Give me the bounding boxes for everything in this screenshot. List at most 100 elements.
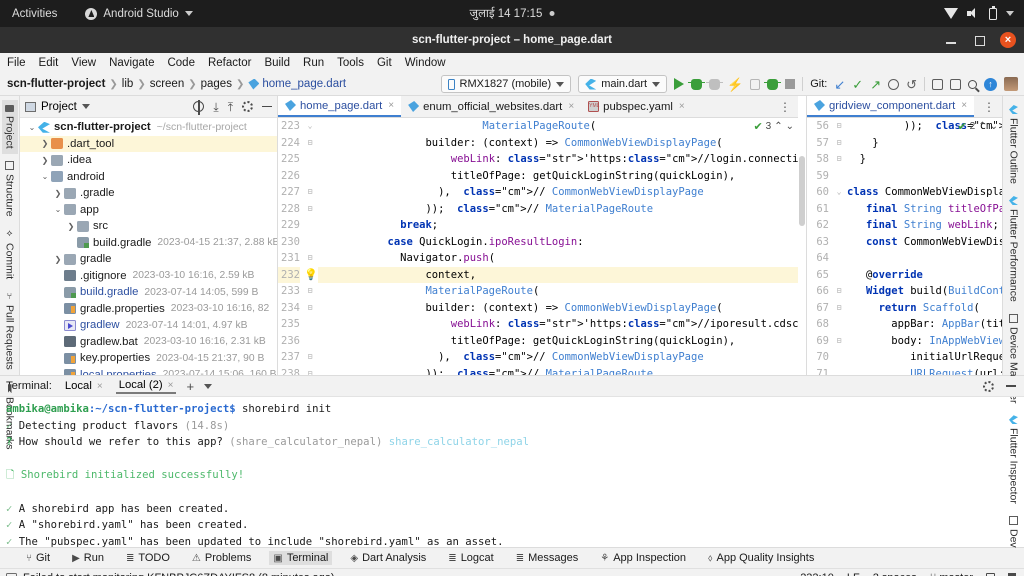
caret-position[interactable]: 232:10 [800, 572, 834, 576]
menu-edit[interactable]: Edit [39, 57, 59, 69]
sidebar-item-structure[interactable]: Structure [2, 156, 18, 222]
tool-window-messages[interactable]: ≣ Messages [512, 551, 583, 565]
inspection-widget[interactable]: ✔ 3 ⌃ ⌄ [753, 120, 794, 133]
fold-marker-icon[interactable]: ⊟ [304, 250, 316, 267]
code-area-secondary[interactable]: 56 57 58 59 60 61 62 63 64 65 66 67 68 69 70 71 ⊟ ⊟ ⊟ ⌄ ⊟ ⊟ ⊟… [807, 118, 1002, 375]
editor-options-icon[interactable]: ⋮ [772, 96, 798, 117]
sync-gradle-icon[interactable] [950, 78, 961, 90]
menu-git[interactable]: Git [377, 57, 392, 69]
close-icon[interactable]: × [679, 101, 685, 112]
breadcrumb-lib[interactable]: lib [122, 78, 134, 90]
menu-file[interactable]: File [7, 57, 26, 69]
terminal-tab-local-2[interactable]: Local (2) × [115, 378, 177, 394]
git-update-icon[interactable]: ↙ [834, 78, 845, 91]
fold-marker-icon[interactable]: ⊟ [833, 283, 845, 300]
code-text-secondary[interactable]: )); class="cm">// } }class CommonWebView… [845, 118, 1002, 375]
fold-gutter-secondary[interactable]: ⊟ ⊟ ⊟ ⌄ ⊟ ⊟ ⊟ [833, 118, 845, 375]
terminal-tab-local[interactable]: Local × [62, 379, 106, 393]
chevron-right-icon[interactable]: ❯ [52, 189, 64, 198]
next-problem-icon[interactable]: ⌄ [990, 121, 998, 132]
tool-window-problems[interactable]: ⚠ Problems [188, 551, 255, 565]
debug-button[interactable] [688, 78, 706, 90]
menu-tools[interactable]: Tools [337, 57, 364, 69]
scrollbar-thumb[interactable] [799, 156, 805, 226]
fold-marker-icon[interactable]: ⊟ [833, 135, 845, 152]
tool-window-app-inspection[interactable]: ⚘ App Inspection [596, 551, 690, 565]
tree-item[interactable]: gradle.properties 2023-03-10 16:16, 82 [20, 301, 277, 318]
hide-icon[interactable] [262, 105, 272, 108]
tab-gridview-component[interactable]: gridview_component.dart × [807, 96, 975, 117]
chevron-right-icon[interactable]: ❯ [52, 255, 64, 264]
sidebar-item-commit[interactable]: ⟡ Commit [2, 223, 18, 284]
fold-marker-icon[interactable]: ⊟ [304, 201, 316, 218]
editor-scrollbar[interactable] [798, 96, 806, 375]
tree-item[interactable]: build.gradle 2023-04-15 21:37, 2.88 kB [20, 235, 277, 252]
menu-window[interactable]: Window [405, 57, 446, 69]
git-history-icon[interactable] [888, 78, 900, 90]
tree-item[interactable]: ❯ src [20, 218, 277, 235]
fold-marker-icon[interactable]: ⌄ [833, 184, 845, 201]
hot-reload-icon[interactable]: ⚡ [727, 78, 743, 91]
tool-window-dart-analysis[interactable]: ◈ Dart Analysis [346, 551, 430, 565]
update-available-icon[interactable]: ↑ [984, 77, 997, 91]
close-button[interactable]: × [1000, 32, 1016, 48]
next-problem-icon[interactable]: ⌄ [786, 121, 794, 132]
app-menu[interactable]: Android Studio [85, 7, 193, 20]
chevron-down-icon[interactable] [204, 383, 213, 389]
tool-window-git[interactable]: ⑂ Git [22, 551, 54, 565]
stop-button[interactable] [785, 79, 796, 89]
tool-window-run[interactable]: ▶ Run [68, 551, 108, 565]
tree-item[interactable]: ❯ gradle [20, 251, 277, 268]
tree-item[interactable]: ❯ .gradle [20, 185, 277, 202]
close-icon[interactable]: × [568, 101, 574, 112]
maximize-button[interactable] [972, 33, 986, 47]
fold-gutter[interactable]: ⌄ ⊟ ⊟ ⊟ ⊟ 💡 ⊟ ⊟ ⊟ ⊟ [304, 118, 318, 375]
hide-icon[interactable] [1006, 385, 1016, 387]
tree-item[interactable]: ❯ .idea [20, 152, 277, 169]
open-device-icon[interactable] [932, 78, 943, 90]
sidebar-item-flutter-outline[interactable]: Flutter Outline [1006, 100, 1022, 189]
menu-code[interactable]: Code [167, 57, 195, 69]
chevron-right-icon[interactable]: ❯ [39, 139, 51, 148]
tree-item[interactable]: ❯ .dart_tool [20, 135, 277, 152]
expand-all-icon[interactable]: ⤓ [213, 101, 218, 113]
fold-marker-icon[interactable]: ⊟ [304, 184, 316, 201]
fold-marker-icon[interactable]: ⊟ [304, 300, 316, 317]
breadcrumb-pages[interactable]: pages [201, 78, 232, 90]
tree-item[interactable]: build.gradle 2023-07-14 14:05, 599 B [20, 284, 277, 301]
chevron-right-icon[interactable]: ❯ [65, 222, 77, 231]
sidebar-item-pull-requests[interactable]: ⑂ Pull Requests [2, 286, 18, 375]
device-selector[interactable]: RMX1827 (mobile) [440, 75, 572, 93]
profile-button[interactable] [706, 78, 724, 90]
tab-home_page-dart[interactable]: home_page.dart × [278, 96, 402, 117]
run-configuration-selector[interactable]: main.dart [578, 75, 668, 93]
menu-build[interactable]: Build [264, 57, 290, 69]
chevron-down-icon[interactable]: ⌄ [26, 123, 38, 132]
line-separator[interactable]: LF [847, 572, 860, 576]
gear-icon[interactable] [983, 380, 994, 392]
breadcrumb-project[interactable]: scn-flutter-project [7, 78, 105, 90]
close-icon[interactable]: × [168, 380, 174, 391]
chevron-down-icon[interactable]: ⌄ [39, 172, 51, 181]
code-area[interactable]: 223 224 225 226 227 228 229 230 231 232 233 234 235 2… [278, 118, 798, 375]
close-icon[interactable]: × [388, 100, 394, 111]
tree-item[interactable]: ⌄ android [20, 169, 277, 186]
tool-window-terminal[interactable]: ▣ Terminal [269, 551, 333, 565]
fold-marker-icon[interactable]: ⊟ [304, 135, 316, 152]
minimize-button[interactable] [944, 33, 958, 47]
locate-file-icon[interactable] [193, 100, 205, 115]
prev-problem-icon[interactable]: ⌃ [978, 121, 986, 132]
fold-marker-icon[interactable]: ⊟ [833, 300, 845, 317]
breadcrumb-file[interactable]: home_page.dart [248, 78, 346, 90]
editor-tabs[interactable]: home_page.dart × enum_official_websites.da… [278, 96, 798, 118]
tool-window-logcat[interactable]: ≣ Logcat [444, 551, 497, 565]
debug-attach-button[interactable] [764, 78, 782, 90]
fold-marker-icon[interactable]: ⊟ [833, 118, 845, 135]
code-text[interactable]: MaterialPageRoute( builder: (context) =>… [316, 118, 798, 375]
avatar[interactable] [1004, 77, 1018, 91]
search-icon[interactable] [968, 79, 977, 89]
tree-item[interactable]: local.properties 2023-07-14 15:06, 160 B [20, 367, 277, 375]
git-push-icon[interactable]: ↗ [870, 78, 881, 91]
tree-item[interactable]: key.properties 2023-04-15 21:37, 90 B [20, 350, 277, 367]
system-tray[interactable] [944, 5, 1014, 20]
